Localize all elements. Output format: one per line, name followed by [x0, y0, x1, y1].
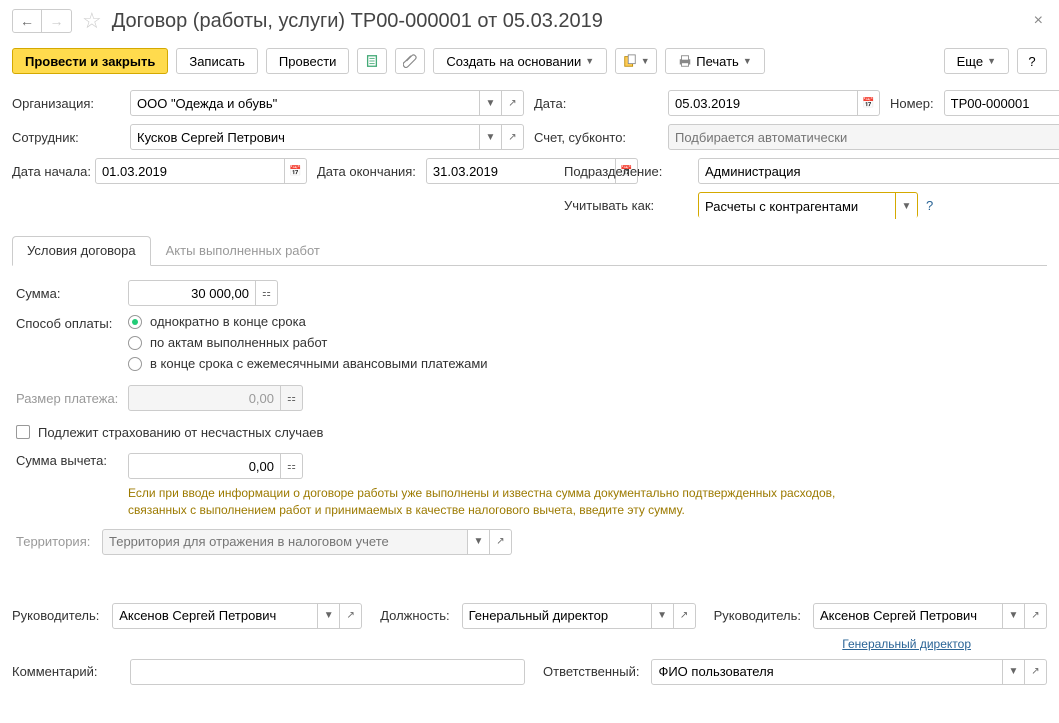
- open-icon[interactable]: ↗: [502, 90, 524, 116]
- insurance-label: Подлежит страхованию от несчастных случа…: [38, 425, 323, 440]
- division-label: Подразделение:: [564, 164, 694, 179]
- deduction-hint: Если при вводе информации о договоре раб…: [128, 485, 848, 519]
- date-input[interactable]: [668, 90, 858, 116]
- paste-icon-button[interactable]: ▼: [615, 48, 657, 74]
- calculator-icon[interactable]: ⚏: [281, 453, 303, 479]
- dropdown-icon[interactable]: ▼: [1003, 659, 1025, 685]
- dropdown-icon[interactable]: ▼: [895, 193, 917, 219]
- sum-input[interactable]: [128, 280, 256, 306]
- position-label: Должность:: [380, 608, 449, 623]
- dropdown-icon[interactable]: ▼: [652, 603, 674, 629]
- favorite-star-icon[interactable]: ☆: [82, 8, 102, 34]
- payment-size-input: [128, 385, 281, 411]
- page-title: Договор (работы, услуги) ТР00-000001 от …: [112, 10, 1030, 33]
- deduction-input[interactable]: [128, 453, 281, 479]
- tab-acts[interactable]: Акты выполненных работ: [151, 236, 335, 265]
- print-button[interactable]: Печать▼: [665, 48, 765, 74]
- back-button[interactable]: ←: [12, 9, 42, 33]
- dropdown-icon[interactable]: ▼: [480, 90, 502, 116]
- open-icon[interactable]: ↗: [674, 603, 696, 629]
- sum-label: Сумма:: [16, 286, 124, 301]
- post-button[interactable]: Провести: [266, 48, 350, 74]
- help-button[interactable]: ?: [1017, 48, 1047, 74]
- org-label: Организация:: [12, 96, 126, 111]
- territory-label: Территория:: [16, 534, 98, 549]
- attachment-icon-button[interactable]: [395, 48, 425, 74]
- post-and-close-button[interactable]: Провести и закрыть: [12, 48, 168, 74]
- employee-input[interactable]: [130, 124, 480, 150]
- help-icon[interactable]: ?: [926, 198, 933, 213]
- division-input[interactable]: [698, 158, 1059, 184]
- save-button[interactable]: Записать: [176, 48, 258, 74]
- open-icon[interactable]: ↗: [502, 124, 524, 150]
- create-based-button[interactable]: Создать на основании▼: [433, 48, 607, 74]
- dropdown-icon[interactable]: ▼: [468, 529, 490, 555]
- position-input[interactable]: [462, 603, 652, 629]
- close-icon[interactable]: ×: [1030, 8, 1047, 34]
- comment-input[interactable]: [130, 659, 525, 685]
- employee-label: Сотрудник:: [12, 130, 126, 145]
- open-icon[interactable]: ↗: [1025, 603, 1047, 629]
- territory-input[interactable]: [102, 529, 468, 555]
- account-as-label: Учитывать как:: [564, 198, 694, 213]
- forward-button[interactable]: →: [42, 9, 72, 33]
- calendar-icon[interactable]: 📅: [858, 90, 880, 116]
- manager2-input[interactable]: [813, 603, 1003, 629]
- manager2-label: Руководитель:: [714, 608, 801, 623]
- pay-method-label: Способ оплаты:: [16, 314, 124, 331]
- number-input[interactable]: [944, 90, 1059, 116]
- calendar-icon[interactable]: 📅: [285, 158, 307, 184]
- open-icon[interactable]: ↗: [340, 603, 362, 629]
- date-label: Дата:: [534, 96, 664, 111]
- manager-input[interactable]: [112, 603, 318, 629]
- open-icon[interactable]: ↗: [490, 529, 512, 555]
- start-date-label: Дата начала:: [12, 164, 91, 179]
- insurance-checkbox[interactable]: [16, 425, 30, 439]
- pay-option-acts[interactable]: по актам выполненных работ: [128, 335, 488, 350]
- account-label: Счет, субконто:: [534, 130, 664, 145]
- dropdown-icon[interactable]: ▼: [318, 603, 340, 629]
- deduction-label: Сумма вычета:: [16, 453, 124, 468]
- pay-option-advance[interactable]: в конце срока с ежемесячными авансовыми …: [128, 356, 488, 371]
- account-as-input[interactable]: [699, 193, 895, 219]
- payment-size-label: Размер платежа:: [16, 391, 124, 406]
- tab-contract-terms[interactable]: Условия договора: [12, 236, 151, 266]
- position-link[interactable]: Генеральный директор: [842, 637, 971, 651]
- comment-label: Комментарий:: [12, 664, 122, 679]
- calculator-icon[interactable]: ⚏: [256, 280, 278, 306]
- calculator-icon: ⚏: [281, 385, 303, 411]
- end-date-label: Дата окончания:: [317, 164, 416, 179]
- more-button[interactable]: Еще▼: [944, 48, 1009, 74]
- open-icon[interactable]: ↗: [1025, 659, 1047, 685]
- org-input[interactable]: [130, 90, 480, 116]
- responsible-input[interactable]: [651, 659, 1003, 685]
- pay-option-once[interactable]: однократно в конце срока: [128, 314, 488, 329]
- dropdown-icon[interactable]: ▼: [1003, 603, 1025, 629]
- manager-label: Руководитель:: [12, 608, 104, 623]
- number-label: Номер:: [890, 96, 934, 111]
- account-input[interactable]: [668, 124, 1059, 150]
- report-icon-button[interactable]: [357, 48, 387, 74]
- dropdown-icon[interactable]: ▼: [480, 124, 502, 150]
- start-date-input[interactable]: [95, 158, 285, 184]
- responsible-label: Ответственный:: [543, 664, 639, 679]
